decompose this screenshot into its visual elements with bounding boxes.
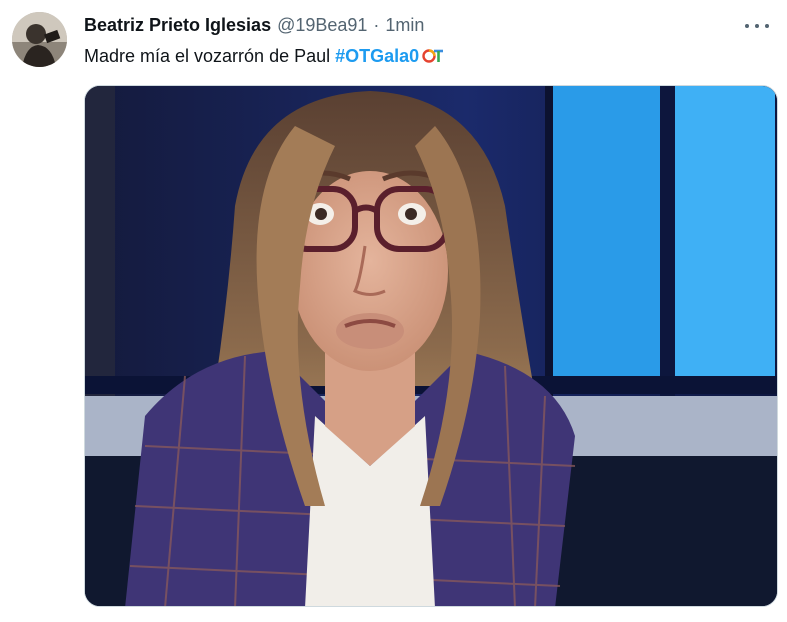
- tweet-body: Madre mía el vozarrón de Paul: [84, 45, 331, 66]
- author-name[interactable]: Beatriz Prieto Iglesias: [84, 15, 271, 36]
- more-options-icon[interactable]: [745, 16, 769, 36]
- media-image: [85, 86, 777, 606]
- avatar-image: [12, 12, 67, 67]
- tweet-header: Beatriz Prieto Iglesias @19Bea91 · 1min: [84, 14, 424, 36]
- avatar[interactable]: [12, 12, 67, 67]
- timestamp[interactable]: 1min: [385, 15, 424, 36]
- ot-logo-icon: [422, 49, 444, 63]
- hashtag-link[interactable]: #OTGala0: [335, 46, 419, 67]
- tweet-card: Beatriz Prieto Iglesias @19Bea91 · 1min …: [0, 0, 787, 622]
- separator-dot: ·: [373, 14, 380, 35]
- tweet-text: Madre mía el vozarrón de Paul #OTGala0: [84, 44, 444, 68]
- author-handle[interactable]: @19Bea91: [277, 15, 367, 36]
- tweet-media-photo[interactable]: [84, 85, 778, 607]
